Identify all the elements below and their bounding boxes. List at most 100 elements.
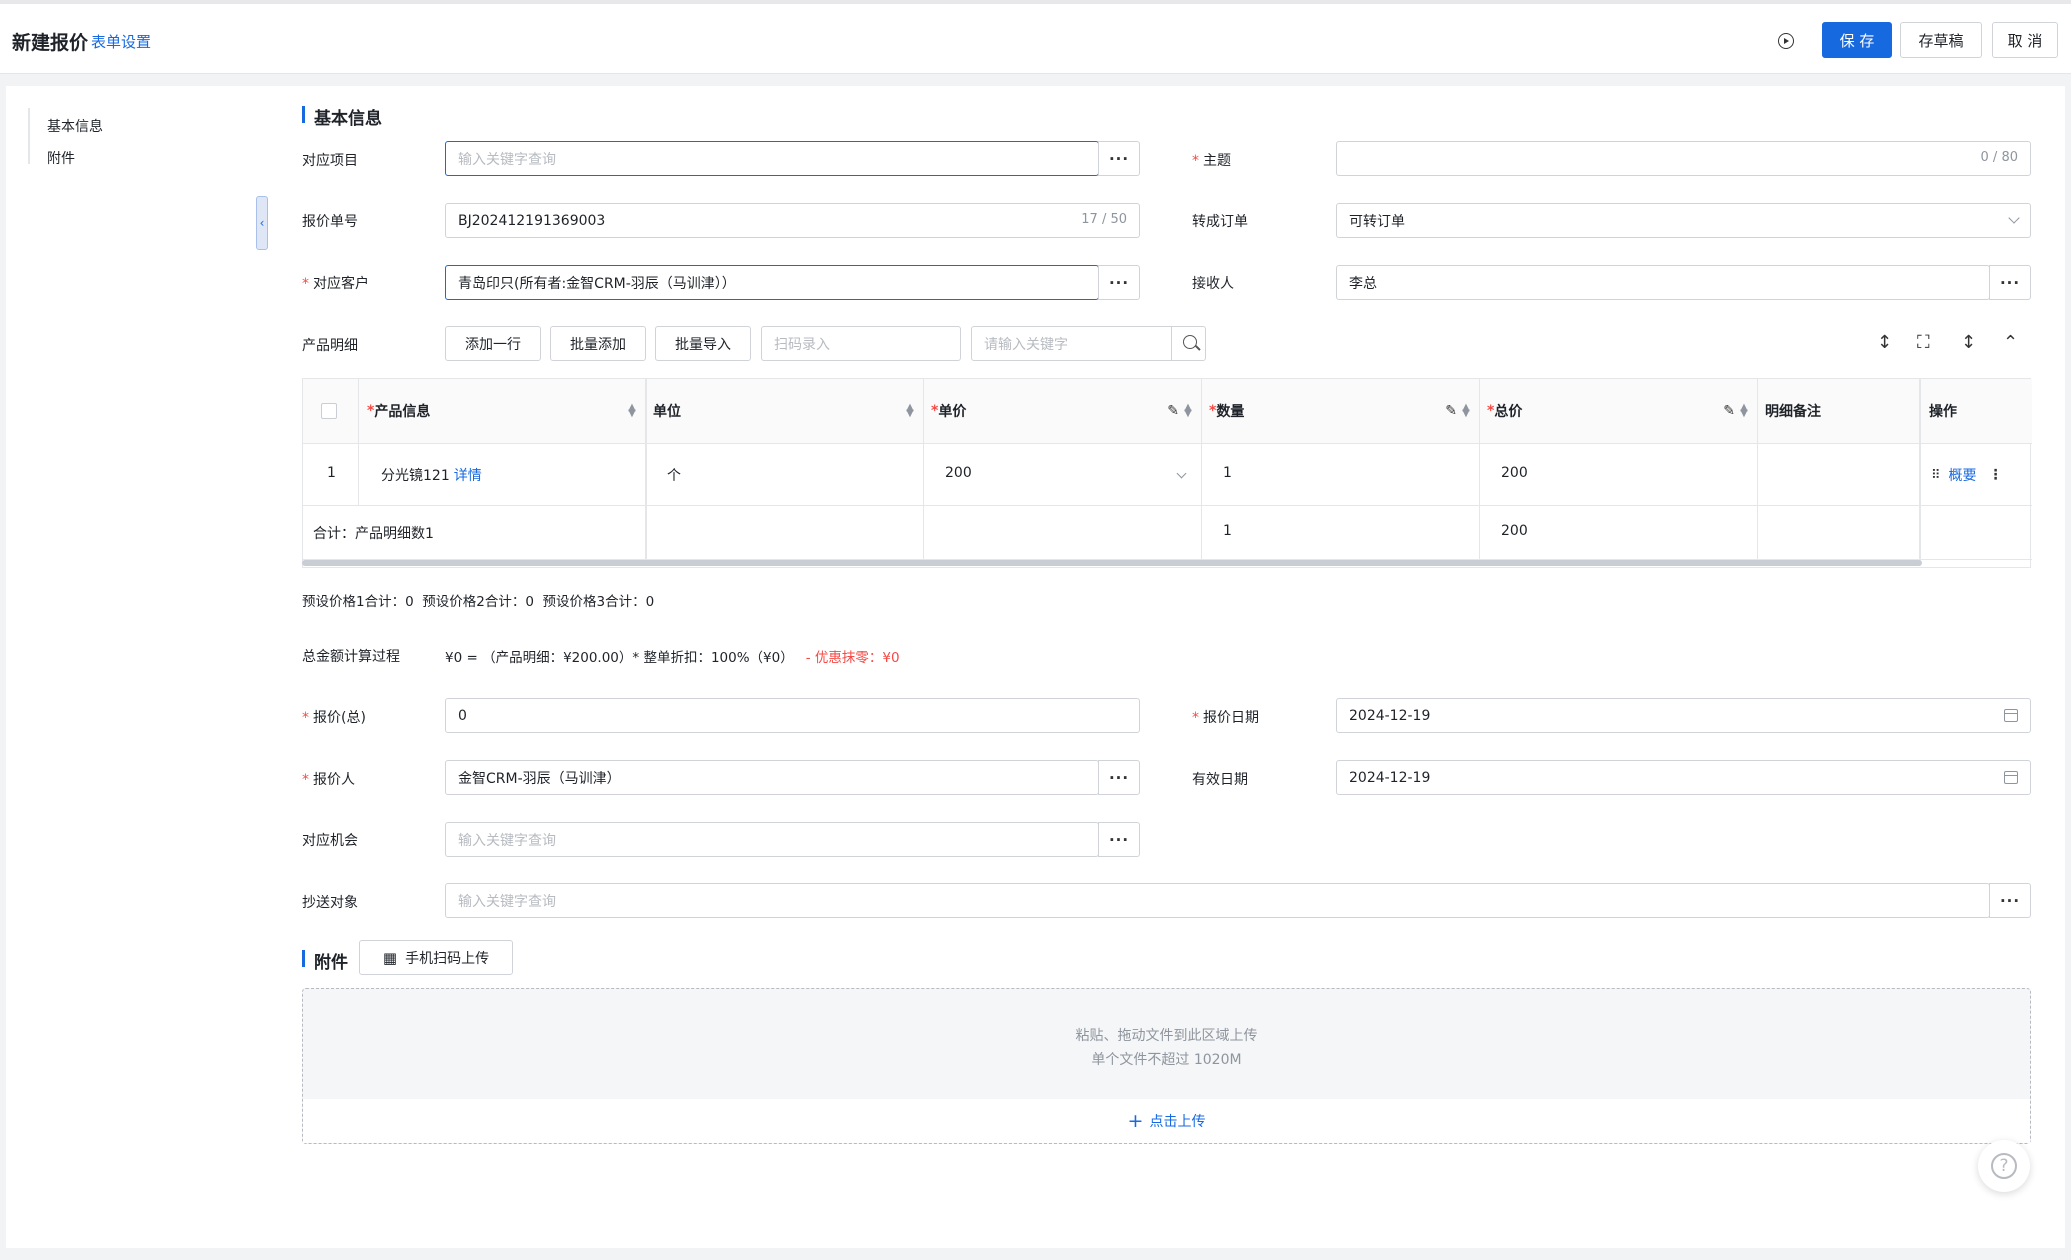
column-header-qty[interactable]: * 数量 ✎ ▲ ▼ (1209, 401, 1471, 421)
product-cell[interactable]: 分光镜121 详情 (381, 465, 482, 485)
valid-date-label: 有效日期 (1192, 772, 1248, 788)
product-table: * 产品信息 ▲ ▼ 单位 ▲ ▼ * 单价 ✎ ▲ ▼ * 数量 ✎ ▲ ▼ * 总价 ✎ ▲ ▼ 明细备注 操… (302, 378, 2032, 568)
nav-item-attachments[interactable]: 附件 (47, 148, 75, 168)
customer-input[interactable]: 青岛印只(所有者:金智CRM-羽辰（马训津）） (445, 265, 1099, 300)
column-header-unit[interactable]: 单位 ▲ ▼ (653, 401, 915, 421)
edit-icon: ✎ (1723, 403, 1735, 419)
edit-icon: ✎ (1445, 403, 1457, 419)
table-horizontal-scrollbar[interactable] (302, 560, 1922, 566)
mobile-upload-button[interactable]: ▦ 手机扫码上传 (359, 940, 513, 975)
summary-link[interactable]: 概要 (1949, 465, 1977, 485)
products-label: 产品明细 (302, 338, 358, 354)
unit-cell[interactable]: 个 (667, 465, 681, 485)
cc-input[interactable]: 输入关键字查询 (445, 883, 1990, 918)
form-settings-link[interactable]: 表单设置 (91, 31, 151, 52)
qty-cell[interactable]: 1 (1223, 465, 1232, 481)
more-icon[interactable]: ⋮ (1989, 467, 2003, 483)
preset-totals: 预设价格1合计：0 预设价格2合计：0 预设价格3合计：0 (302, 594, 655, 610)
help-icon: ? (1991, 1153, 2017, 1179)
cancel-button[interactable]: 取 消 (1992, 22, 2058, 58)
qrcode-icon: ▦ (382, 948, 398, 967)
table-footer-label: 合计：产品明细数1 (313, 526, 434, 542)
upload-dropzone[interactable]: 粘贴、拖动文件到此区域上传 单个文件不超过 1020M + 点击上传 (302, 988, 2031, 1144)
cc-label: 抄送对象 (302, 895, 358, 911)
customer-lookup-button[interactable]: ··· (1098, 265, 1140, 300)
batch-add-button[interactable]: 批量添加 (550, 326, 646, 361)
customer-label: * 对应客户 (302, 276, 369, 292)
column-header-action: 操作 (1929, 404, 1957, 420)
sort-icon: ▲ ▼ (628, 402, 636, 419)
play-icon[interactable] (1778, 33, 1794, 49)
edit-icon: ✎ (1167, 403, 1179, 419)
search-icon (1183, 335, 1197, 349)
quote-total-input[interactable]: 0 (445, 698, 1140, 733)
sort-icon: ▲ ▼ (1740, 402, 1748, 419)
collapse-panel-icon[interactable]: ‹ (256, 196, 268, 250)
receiver-lookup-button[interactable]: ··· (1989, 265, 2031, 300)
cc-lookup-button[interactable]: ··· (1989, 883, 2031, 918)
section-title-basic-info: 基本信息 (302, 104, 382, 129)
save-button[interactable]: 保 存 (1822, 22, 1892, 58)
column-header-product[interactable]: * 产品信息 ▲ ▼ (367, 401, 637, 421)
save-draft-button[interactable]: 存草稿 (1900, 22, 1982, 58)
chevron-up-icon[interactable]: ⌃ (2003, 332, 2018, 353)
drop-hint-2: 单个文件不超过 1020M (1091, 1052, 1242, 1068)
subject-label: * 主题 (1192, 153, 1231, 169)
nav-item-basic-info[interactable]: 基本信息 (47, 116, 103, 136)
calc-formula: ¥0 = （产品明细：¥200.00）* 整单折扣：100%（¥0） - 优惠抹零… (445, 650, 900, 666)
calc-discount: - 优惠抹零：¥0 (805, 650, 900, 666)
quote-date-label: * 报价日期 (1192, 710, 1259, 726)
footer-total: 200 (1501, 523, 1528, 539)
sort-icon: ▲ ▼ (906, 402, 914, 419)
row-height-icon[interactable]: ↕ (1877, 332, 1892, 353)
chevron-down-icon (1176, 468, 1187, 478)
action-cell: ⠿ 概要 ⋮ (1931, 465, 2003, 485)
project-lookup-button[interactable]: ··· (1098, 141, 1140, 176)
receiver-input[interactable]: 李总 (1336, 265, 1990, 300)
subject-input[interactable]: 0 / 80 (1336, 141, 2031, 176)
opportunity-lookup-button[interactable]: ··· (1098, 822, 1140, 857)
project-label: 对应项目 (302, 153, 358, 169)
opportunity-input[interactable]: 输入关键字查询 (445, 822, 1099, 857)
batch-import-button[interactable]: 批量导入 (655, 326, 751, 361)
chevron-down-icon (2008, 212, 2020, 224)
top-bar: 新建报价 表单设置 保 存 存草稿 取 消 (0, 0, 2071, 74)
drop-hint-1: 粘贴、拖动文件到此区域上传 (1075, 1028, 1258, 1044)
section-title-attachments: 附件 (302, 948, 348, 973)
valid-date-input[interactable]: 2024-12-19 (1336, 760, 2031, 795)
left-nav-panel: 基本信息 附件 (6, 86, 268, 1248)
quote-person-lookup-button[interactable]: ··· (1098, 760, 1140, 795)
scan-input[interactable]: 扫码录入 (761, 326, 961, 361)
product-detail-link[interactable]: 详情 (454, 465, 482, 485)
select-all-checkbox[interactable] (321, 403, 337, 419)
column-header-total[interactable]: * 总价 ✎ ▲ ▼ (1487, 401, 1749, 421)
to-order-label: 转成订单 (1192, 214, 1248, 230)
project-input[interactable]: 输入关键字查询 (445, 141, 1099, 176)
sort-icon: ▲ ▼ (1462, 402, 1470, 419)
fullscreen-icon[interactable]: ⛶ (1917, 332, 1930, 353)
calendar-icon (2004, 709, 2018, 722)
table-tools: ↕ ⛶ ↕ ⌃ (1873, 332, 2033, 356)
expand-icon[interactable]: ↕ (1961, 332, 1976, 353)
footer-qty: 1 (1223, 523, 1232, 539)
column-header-remark: 明细备注 (1765, 404, 1821, 420)
calc-label: 总金额计算过程 (302, 649, 400, 665)
quote-person-label: * 报价人 (302, 772, 355, 788)
column-header-price[interactable]: * 单价 ✎ ▲ ▼ (931, 401, 1193, 421)
opportunity-label: 对应机会 (302, 833, 358, 849)
add-row-button[interactable]: 添加一行 (445, 326, 541, 361)
row-index: 1 (327, 465, 336, 481)
receiver-label: 接收人 (1192, 276, 1234, 292)
nav-divider (28, 108, 30, 164)
quote-total-label: * 报价(总) (302, 710, 366, 726)
total-cell[interactable]: 200 (1501, 465, 1528, 481)
quote-no-label: 报价单号 (302, 214, 358, 230)
price-cell[interactable]: 200 (945, 465, 1187, 481)
quote-person-input[interactable]: 金智CRM-羽辰（马训津） (445, 760, 1099, 795)
quote-no-input[interactable]: BJ202412191369003 17 / 50 (445, 203, 1140, 238)
help-button[interactable]: ? (1978, 1140, 2030, 1192)
quote-date-input[interactable]: 2024-12-19 (1336, 698, 2031, 733)
drag-handle-icon[interactable]: ⠿ (1931, 468, 1941, 483)
click-upload-button[interactable]: + 点击上传 (303, 1099, 2030, 1143)
to-order-select[interactable]: 可转订单 (1336, 203, 2031, 238)
